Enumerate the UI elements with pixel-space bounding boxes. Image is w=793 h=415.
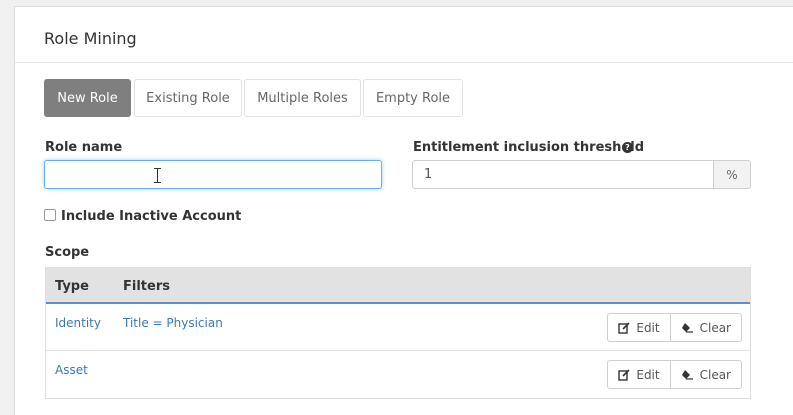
clear-label: Clear	[699, 367, 731, 382]
edit-icon	[618, 368, 630, 381]
row-type-link[interactable]: Asset	[55, 363, 88, 377]
panel-title: Role Mining	[44, 29, 137, 48]
include-inactive-checkbox[interactable]	[44, 209, 56, 221]
role-name-label: Role name	[45, 140, 123, 155]
role-name-input[interactable]	[44, 160, 382, 189]
edit-icon	[618, 321, 630, 334]
row-actions: Edit Clear	[607, 313, 742, 342]
table-row: Asset Edit Clear	[46, 351, 750, 398]
question-circle-icon[interactable]: ?	[622, 142, 633, 153]
table-row: Identity Title = Physician Edit Clear	[46, 304, 750, 351]
scope-label: Scope	[45, 245, 90, 260]
edit-button[interactable]: Edit	[607, 313, 671, 342]
clear-button[interactable]: Clear	[670, 360, 742, 389]
row-actions: Edit Clear	[607, 360, 742, 389]
threshold-value: 1	[424, 167, 433, 182]
edit-label: Edit	[636, 367, 660, 382]
clear-button[interactable]: Clear	[670, 313, 742, 342]
text-cursor-icon	[154, 168, 161, 183]
row-filter-link[interactable]: Title = Physician	[123, 316, 223, 330]
edit-label: Edit	[636, 320, 660, 335]
tab-multiple-roles[interactable]: Multiple Roles	[244, 79, 361, 117]
threshold-input[interactable]: 1	[412, 160, 714, 189]
threshold-label: Entitlement inclusion threshold	[413, 140, 645, 155]
clear-label: Clear	[699, 320, 731, 335]
eraser-icon	[681, 369, 693, 380]
tab-empty-role[interactable]: Empty Role	[363, 79, 463, 117]
row-type-link[interactable]: Identity	[55, 316, 101, 330]
scope-table: Type Filters Identity Title = Physician …	[45, 267, 751, 399]
tab-existing-role[interactable]: Existing Role	[134, 79, 242, 117]
column-filters: Filters	[123, 279, 170, 294]
percent-addon: %	[714, 160, 751, 189]
panel-header: Role Mining	[15, 7, 793, 63]
scope-table-header: Type Filters	[46, 268, 750, 304]
eraser-icon	[681, 322, 693, 333]
include-inactive-label[interactable]: Include Inactive Account	[61, 209, 241, 224]
column-type: Type	[55, 279, 89, 294]
edit-button[interactable]: Edit	[607, 360, 671, 389]
role-mining-panel: Role Mining New Role Existing Role Multi…	[14, 6, 793, 415]
tab-new-role[interactable]: New Role	[44, 79, 131, 117]
